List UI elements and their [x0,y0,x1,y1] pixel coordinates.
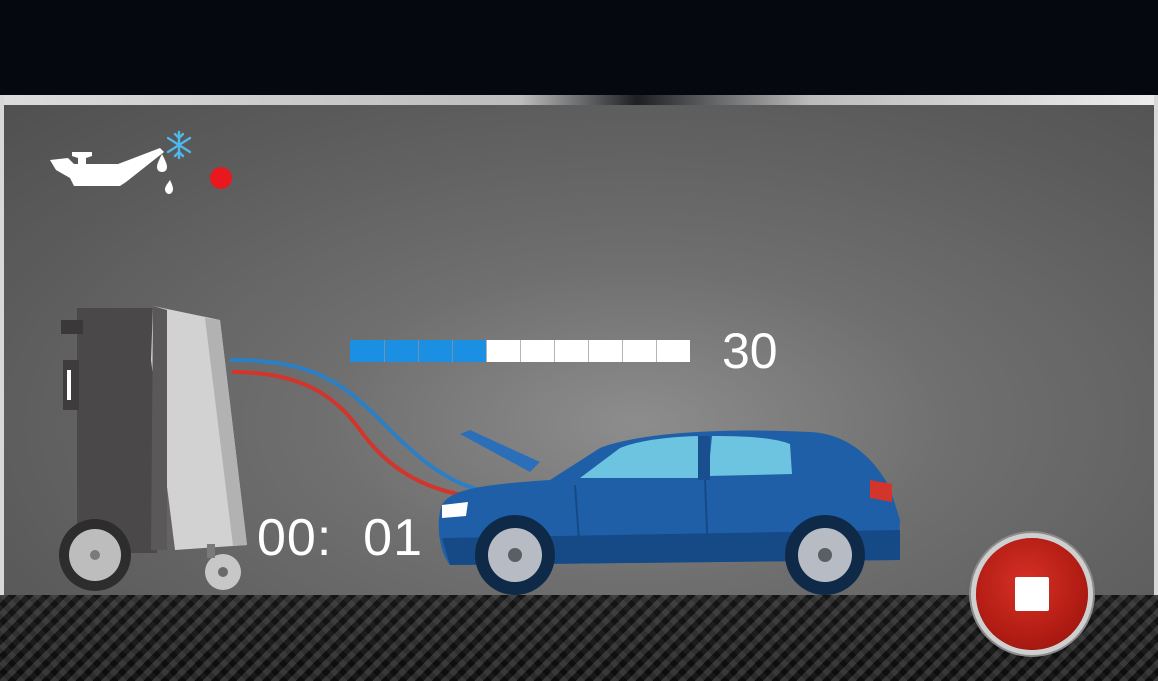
progress-segment-divider [622,340,623,362]
stop-icon [1015,577,1049,611]
progress-segment-divider [418,340,419,362]
header-divider [0,95,1158,105]
progress-segment-divider [452,340,453,362]
progress-bar [350,340,690,362]
progress-segment-divider [554,340,555,362]
stop-button[interactable] [976,538,1088,650]
elapsed-timer: 00: 01 [257,509,424,567]
progress-value: 30 [722,323,778,379]
car-icon [438,430,900,595]
frame-right [1154,95,1158,595]
snowflake-icon [166,130,192,160]
oil-can-refrigerant-icon [50,130,192,194]
progress-segment-divider [520,340,521,362]
status-indicator-dot [210,167,232,189]
frame-left [0,95,4,595]
progress-segment-divider [656,340,657,362]
progress-segment-divider [588,340,589,362]
top-bar [0,0,1158,95]
ac-service-machine-icon [59,306,247,591]
progress-segment-divider [486,340,487,362]
progress-segment-divider [384,340,385,362]
